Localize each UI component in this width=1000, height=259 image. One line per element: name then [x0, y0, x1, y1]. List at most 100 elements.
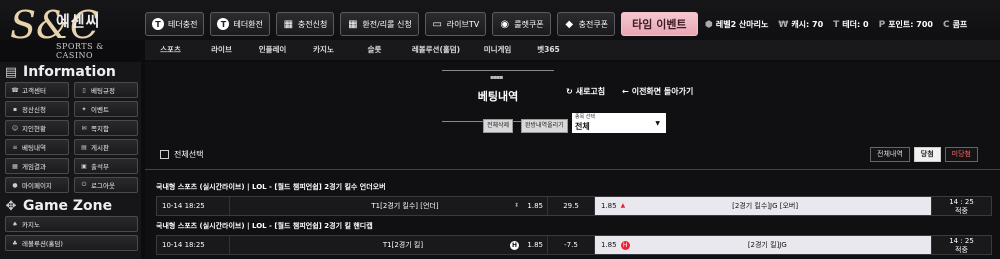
subnav-live[interactable]: 라이브	[196, 40, 247, 60]
sidebar-item-mypage[interactable]: ● 마이페이지	[5, 177, 69, 193]
sidebar-item-betting-rules[interactable]: ▯ 베팅규정	[74, 82, 138, 98]
sidebar-item-game-results[interactable]: ▦ 게임결과	[5, 158, 69, 174]
top-nav: T 테더충전 T 테더환전 ▦ 충전신청 ▦ 환전/리롤 신청 ▭ 라이브TV ◉ 룰렛쿠폰…	[145, 12, 698, 36]
sidebar-item-logout[interactable]: ⏻ 로그아웃	[74, 177, 138, 193]
logo-korean-name: 에센씨	[56, 12, 101, 30]
bet-away-cell[interactable]: 1.85 H [2경기 킬]JG	[595, 236, 931, 254]
bet-handicap: -7.5	[547, 236, 595, 254]
list-icon: ≡	[12, 143, 18, 151]
filter-all-button[interactable]: 전체내역	[870, 147, 910, 162]
bet-date: 10-14 18:25	[162, 241, 205, 249]
sidebar-item-settlement[interactable]: ▪ 정산신청	[5, 101, 69, 117]
user-tether: T 테더: 0	[833, 19, 869, 30]
bet-history-panel: ▪▪▪▪ 베팅내역 ↻ 새로고침 ← 이전화면 돌아가기 전체삭제 완방내역올리기 …	[145, 62, 1000, 259]
subnav-sports[interactable]: 스포츠	[145, 40, 196, 60]
time-event-button[interactable]: 타임 이벤트	[621, 12, 698, 36]
handicap-icon: H	[510, 240, 519, 250]
calc-icon: ▪	[12, 105, 18, 113]
refresh-icon: ↻	[566, 87, 573, 96]
result-filter: 전체내역 당첨 미당첨	[870, 147, 978, 162]
sidebar-item-support[interactable]: ☎ 고객센터	[5, 82, 69, 98]
sidebar-item-event[interactable]: ✦ 이벤트	[74, 101, 138, 117]
sidebar-item-board[interactable]: ▤ 게시판	[74, 139, 138, 155]
points-icon: P	[878, 19, 886, 30]
arrow-left-icon: ←	[622, 87, 629, 96]
go-back-button[interactable]: ← 이전화면 돌아가기	[622, 86, 693, 97]
deposit-coupon-button[interactable]: ◆ 충전쿠폰	[556, 12, 616, 36]
bet-home-team: T1[2경기 킬]	[382, 241, 424, 249]
bet-group-header: 국내형 스포츠 (실시간라이브) | LOL - [월드 챔피언쉽] 2경기 킬…	[156, 183, 386, 191]
sidebar-item-referrals[interactable]: ☺ 지인현황	[5, 120, 69, 136]
sidebar-item-casino[interactable]: ♠ 카지노	[5, 216, 138, 232]
calendar-icon: ▣	[81, 162, 87, 170]
bet-date: 10-14 18:25	[162, 202, 205, 210]
bet-row: 10-14 18:25 T1[2경기 킬] H 1.85 -7.5 1.85 H…	[156, 235, 992, 255]
select-all-checkbox[interactable]	[160, 150, 169, 159]
gamepad-icon: ✥	[5, 198, 17, 214]
site-logo[interactable]: S&C 에센씨 SPORTS & CASINO	[6, 2, 134, 62]
tether-icon: T	[217, 18, 230, 30]
level-icon: ⬢	[705, 19, 713, 30]
subnav-bet365[interactable]: 벳365	[523, 40, 574, 60]
sidebar-item-attendance[interactable]: ▣ 출석부	[74, 158, 138, 174]
odds-down-icon: ⬍	[513, 202, 519, 209]
bet-home-cell[interactable]: T1[2경기 킬수] [언더] ⬍ 1.85	[229, 197, 547, 215]
information-menu: ☎ 고객센터 ▯ 베팅규정 ▪ 정산신청 ✦ 이벤트 ☺ 지인현황 ✉ 쪽지함 ≡ 베팅내역 …	[0, 82, 141, 193]
tether-icon: T	[152, 18, 164, 30]
logo-subtitle: SPORTS & CASINO	[56, 42, 104, 60]
deposit-request-button[interactable]: ▦ 충전신청	[275, 12, 335, 36]
withdraw-request-button[interactable]: ▦ 환전/리롤 신청	[340, 12, 419, 36]
bet-away-cell[interactable]: 1.85 ▲ [2경기 킬수]JG [오버]	[595, 197, 931, 215]
user-comp[interactable]: C 콤프	[943, 19, 967, 30]
bet-home-cell[interactable]: T1[2경기 킬] H 1.85	[229, 236, 547, 254]
roulette-coupon-button[interactable]: ◉ 룰렛쿠폰	[492, 12, 551, 36]
bet-home-team: T1[2경기 킬수] [언더]	[371, 202, 439, 210]
tether-icon: T	[833, 19, 840, 30]
delete-all-button[interactable]: 전체삭제	[483, 119, 514, 133]
bet-row: 10-14 18:25 T1[2경기 킬수] [언더] ⬍ 1.85 29.5 …	[156, 196, 992, 216]
filter-lost-button[interactable]: 미당첨	[944, 147, 978, 162]
subnav-revolution[interactable]: 레볼루션(홀덤)	[400, 40, 472, 60]
subnav-slot[interactable]: 슬롯	[349, 40, 400, 60]
board-icon: ▤	[81, 143, 87, 151]
header: S&C 에센씨 SPORTS & CASINO T 테더충전 T 테더환전 ▦ 충전신…	[0, 0, 1000, 60]
subnav-inplay[interactable]: 인플레이	[247, 40, 298, 60]
select-all[interactable]: 전체선택	[160, 149, 203, 160]
tether-deposit-button[interactable]: T 테더충전	[145, 12, 205, 36]
sidebar-item-bet-history[interactable]: ≡ 베팅내역	[5, 139, 69, 155]
sidebar-item-messages[interactable]: ✉ 쪽지함	[74, 120, 138, 136]
bet-group-header: 국내형 스포츠 (실시간라이브) | LOL - [월드 챔피언쉽] 2경기 킬…	[156, 222, 373, 230]
bet-home-odds: 1.85	[527, 202, 543, 210]
bet-status: 적중	[955, 246, 968, 254]
bet-away-team: [2경기 킬]JG	[747, 241, 787, 249]
upload-history-button[interactable]: 완방내역올리기	[521, 119, 568, 133]
subnav-casino[interactable]: 카지노	[298, 40, 349, 60]
caret-down-icon: ▼	[655, 120, 660, 127]
casino-icon: ♠	[12, 220, 18, 228]
bet-home-odds: 1.85	[527, 241, 543, 249]
information-heading: ▤ Information	[4, 64, 116, 80]
refresh-button[interactable]: ↻ 새로고침	[566, 86, 605, 97]
roulette-icon: ◉	[500, 18, 510, 30]
filter-won-button[interactable]: 당첨	[913, 147, 941, 162]
bet-handicap: 29.5	[547, 197, 595, 215]
coupon-icon: ◆	[565, 18, 574, 30]
comp-icon: C	[942, 19, 950, 30]
gamezone-heading: ✥ Game Zone	[5, 198, 113, 214]
tether-withdraw-button[interactable]: T 테더환전	[210, 12, 270, 36]
subnav-minigame[interactable]: 미니게임	[472, 40, 523, 60]
sidebar-item-revolution[interactable]: ♣ 레볼루션(홀덤)	[5, 235, 138, 251]
gamezone-menu: ♠ 카지노 ♣ 레볼루션(홀덤)	[0, 216, 141, 251]
sport-type-select[interactable]: 종목 선택 전체 ▼	[572, 113, 666, 133]
people-icon: ☺	[11, 124, 19, 132]
mail-icon: ✉	[81, 124, 87, 132]
live-tv-button[interactable]: ▭ 라이브TV	[424, 12, 487, 36]
user-cash: ₩ 캐시: 70	[778, 19, 824, 30]
cash-icon: ₩	[778, 19, 789, 30]
grid-icon: ▦	[283, 18, 294, 30]
user-icon: ●	[12, 181, 18, 189]
bet-time: 14 : 25	[949, 237, 974, 245]
page-title: 베팅내역	[477, 90, 519, 103]
user-level[interactable]: ⬢ 레벨2 산마리노	[705, 19, 768, 30]
info-book-icon: ▤	[4, 64, 18, 80]
